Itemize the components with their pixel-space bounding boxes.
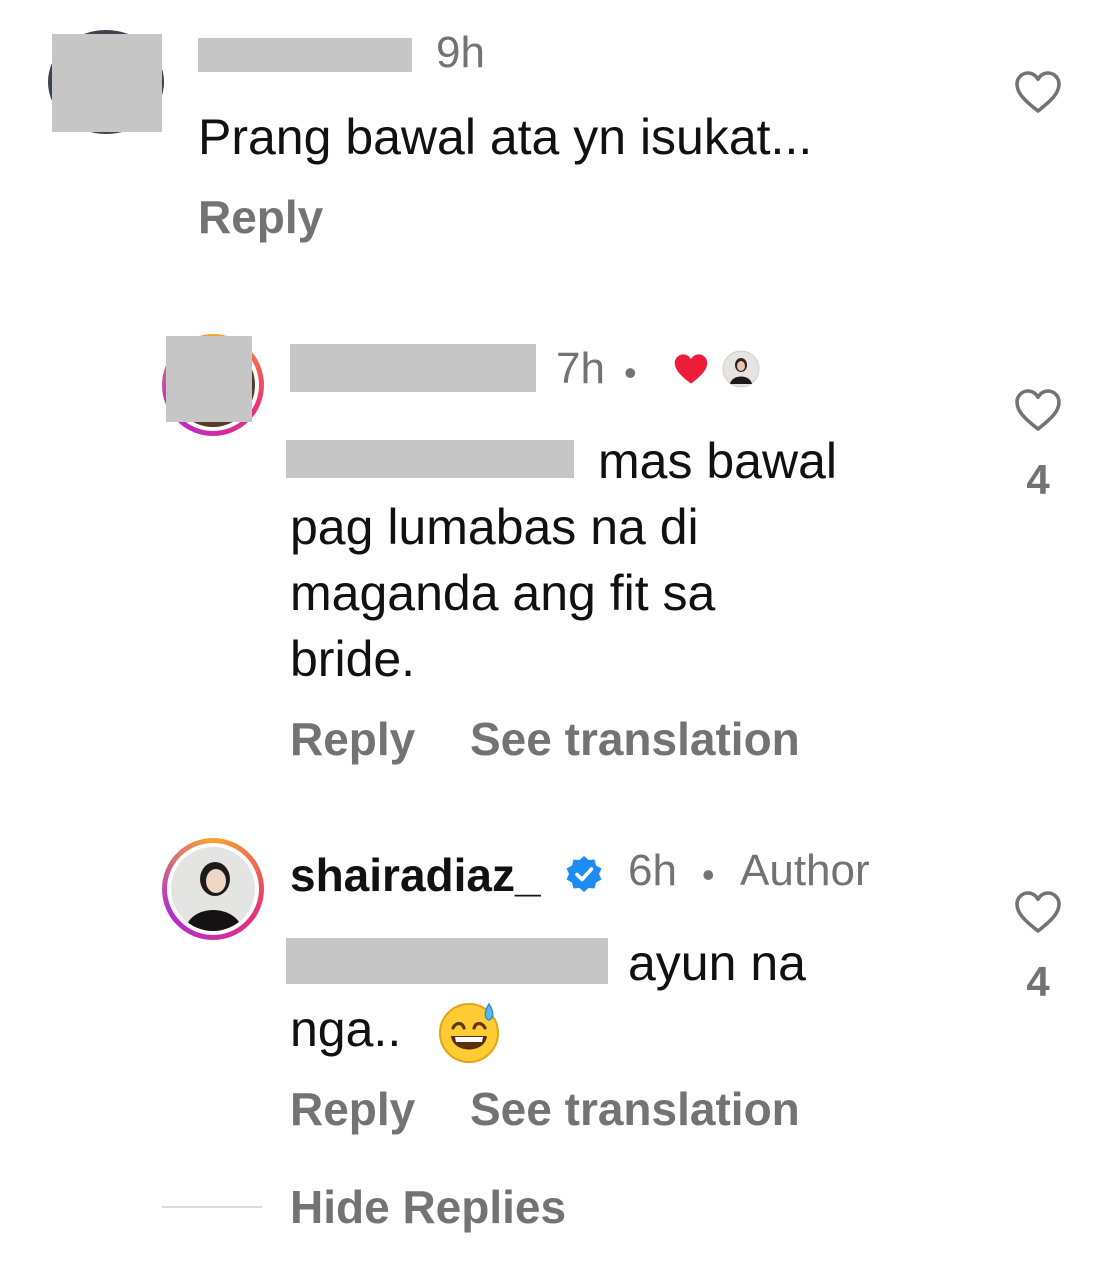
heart-icon[interactable] — [1014, 890, 1062, 934]
see-translation-button[interactable]: See translation — [470, 712, 800, 766]
verified-badge-icon — [566, 856, 602, 892]
avatar[interactable] — [171, 847, 255, 931]
like-count: 4 — [1026, 456, 1050, 503]
comment-text-line-4: bride. — [290, 631, 416, 687]
comment-text-line-1: mas bawal — [598, 433, 837, 489]
like-count: 4 — [1026, 958, 1050, 1005]
username-redaction — [290, 344, 536, 392]
reply-button[interactable]: Reply — [290, 1082, 415, 1136]
author-avatar-mini-icon — [722, 350, 760, 388]
username-redaction — [198, 38, 412, 72]
avatar-redaction — [52, 34, 162, 132]
reply-button[interactable]: Reply — [290, 712, 415, 766]
author-label: Author — [740, 846, 870, 895]
hide-replies-divider — [162, 1206, 262, 1208]
comment-time: 7h — [556, 344, 605, 393]
hide-replies-button[interactable]: Hide Replies — [290, 1180, 566, 1234]
separator-dot: • — [624, 352, 637, 393]
see-translation-button[interactable]: See translation — [470, 1082, 800, 1136]
comment-text-line-3: maganda ang fit sa — [290, 565, 716, 621]
comment-time: 9h — [436, 28, 485, 77]
comment-text-line-1: ayun na — [628, 935, 806, 991]
sweat-smile-emoji-icon — [439, 1002, 499, 1063]
author-liked-heart-icon — [674, 354, 708, 384]
separator-dot: • — [702, 854, 715, 895]
comment-time: 6h — [628, 846, 677, 895]
heart-icon[interactable] — [1014, 388, 1062, 432]
comments-thread: 9h Prang bawal ata yn isukat... Reply 7h… — [0, 0, 1120, 1268]
username[interactable]: shairadiaz_ — [290, 848, 541, 902]
comment-text-line-2: nga.. — [290, 1001, 402, 1057]
reply-button[interactable]: Reply — [198, 190, 323, 244]
mention-redaction — [286, 938, 608, 984]
heart-icon[interactable] — [1014, 70, 1062, 114]
avatar-redaction — [166, 336, 252, 422]
comment-text: Prang bawal ata yn isukat... — [198, 109, 813, 165]
comment-text-line-2: pag lumabas na di — [290, 499, 699, 555]
mention-redaction — [286, 440, 574, 478]
